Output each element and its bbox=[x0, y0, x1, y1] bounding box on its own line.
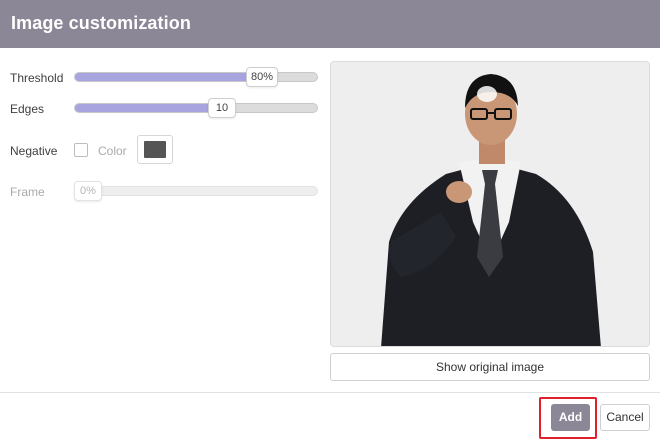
threshold-handle[interactable]: 80% bbox=[246, 67, 279, 87]
frame-slider[interactable] bbox=[74, 186, 318, 196]
edges-fill bbox=[75, 104, 209, 112]
show-original-button[interactable]: Show original image bbox=[330, 353, 650, 381]
threshold-fill bbox=[75, 73, 269, 81]
negative-checkbox[interactable] bbox=[74, 143, 88, 157]
footer-divider bbox=[0, 392, 660, 393]
color-label: Color bbox=[98, 144, 127, 158]
edges-slider[interactable] bbox=[74, 103, 318, 113]
negative-label: Negative bbox=[10, 144, 58, 158]
threshold-slider[interactable] bbox=[74, 72, 318, 82]
cancel-button[interactable]: Cancel bbox=[600, 404, 650, 431]
frame-handle[interactable]: 0% bbox=[74, 181, 102, 201]
frame-label: Frame bbox=[10, 185, 45, 199]
dialog-header: Image customization bbox=[0, 0, 660, 48]
color-picker-button[interactable] bbox=[137, 135, 173, 164]
edges-label: Edges bbox=[10, 102, 45, 116]
add-button[interactable]: Add bbox=[551, 404, 590, 431]
color-swatch bbox=[144, 141, 166, 158]
dialog-title: Image customization bbox=[11, 13, 191, 33]
portrait-image bbox=[381, 74, 601, 346]
threshold-label: Threshold bbox=[10, 71, 64, 85]
image-preview bbox=[330, 61, 650, 347]
edges-handle[interactable]: 10 bbox=[208, 98, 236, 118]
